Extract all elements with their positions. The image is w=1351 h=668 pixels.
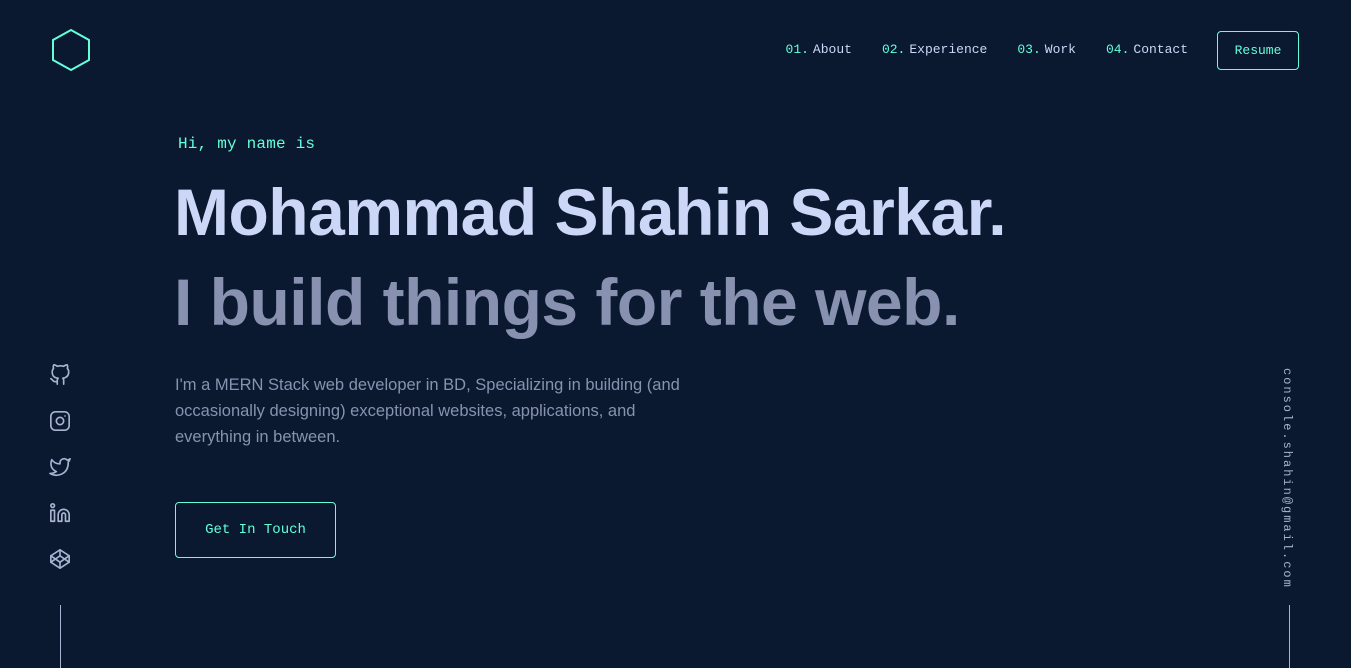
nav-item-work[interactable]: 03. Work bbox=[1017, 42, 1076, 57]
hexagon-logo-icon[interactable] bbox=[50, 28, 92, 72]
nav-item-contact[interactable]: 04. Contact bbox=[1106, 42, 1188, 57]
email-link[interactable]: console.shahin@gmail.com bbox=[1280, 368, 1294, 589]
left-rail-line bbox=[60, 605, 61, 668]
nav-label: About bbox=[812, 42, 852, 57]
nav-label: Contact bbox=[1133, 42, 1188, 57]
nav-item-experience[interactable]: 02. Experience bbox=[882, 42, 987, 57]
github-link[interactable] bbox=[49, 364, 71, 386]
nav-number: 03. bbox=[1017, 42, 1041, 57]
hero-intro: I'm a MERN Stack web developer in BD, Sp… bbox=[175, 376, 680, 446]
hero-name: Mohammad Shahin Sarkar. bbox=[174, 175, 1007, 249]
github-icon bbox=[50, 364, 70, 385]
twitter-icon bbox=[49, 457, 71, 477]
codepen-link[interactable] bbox=[49, 548, 71, 570]
codepen-icon bbox=[50, 549, 70, 569]
hero-tagline: I build things for the web. bbox=[174, 265, 960, 339]
get-in-touch-button[interactable]: Get In Touch bbox=[175, 502, 336, 558]
nav-item-about[interactable]: 01. About bbox=[786, 42, 852, 57]
nav-number: 04. bbox=[1105, 42, 1130, 57]
resume-button[interactable]: Resume bbox=[1217, 31, 1299, 70]
linkedin-link[interactable] bbox=[49, 502, 71, 524]
nav-number: 01. bbox=[785, 42, 809, 57]
nav-label: Work bbox=[1044, 42, 1076, 57]
instagram-link[interactable] bbox=[49, 410, 71, 432]
right-rail-line bbox=[1289, 605, 1290, 668]
social-links bbox=[48, 364, 72, 570]
nav-number: 02. bbox=[881, 42, 906, 57]
linkedin-icon bbox=[50, 503, 70, 523]
twitter-link[interactable] bbox=[49, 456, 71, 478]
instagram-icon bbox=[50, 411, 70, 431]
main-nav: 01. About 02. Experience 03. Work 04. Contac… bbox=[786, 42, 1188, 57]
nav-label: Experience bbox=[909, 42, 988, 57]
hero-greeting: Hi, my name is bbox=[178, 135, 316, 153]
